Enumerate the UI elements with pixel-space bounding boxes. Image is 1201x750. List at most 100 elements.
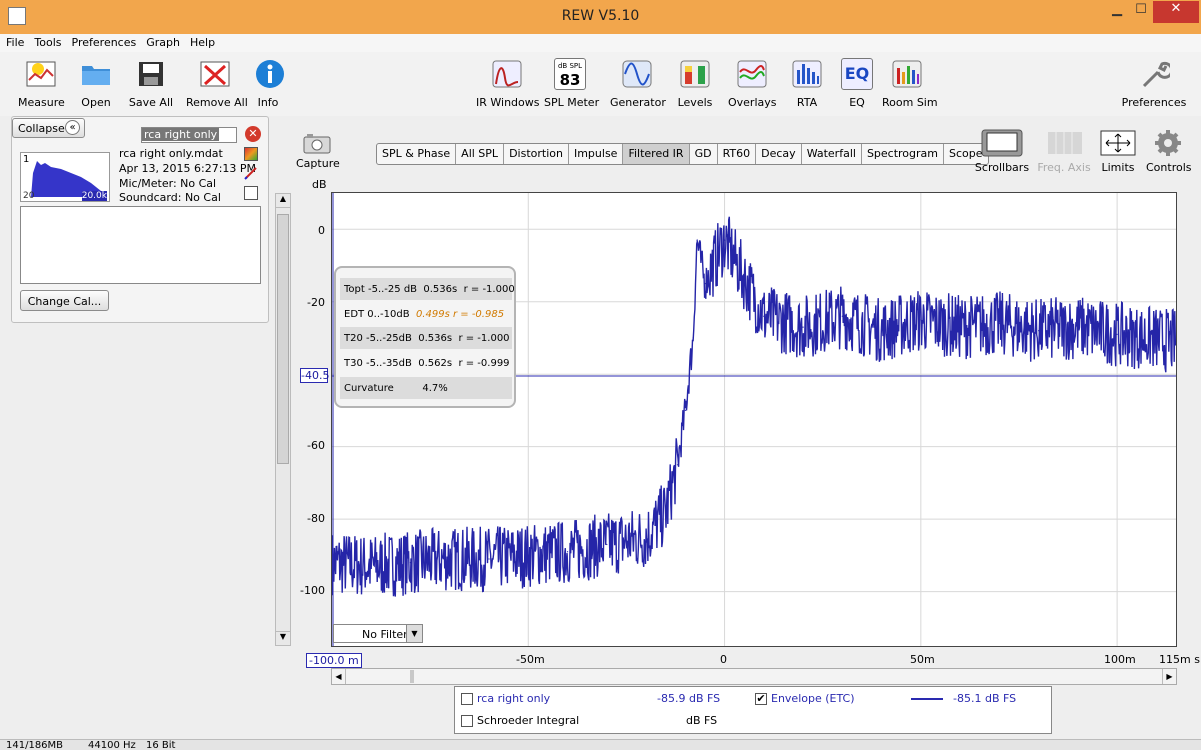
status-bar: 141/186MB 44100 Hz 16 Bit <box>0 739 1201 750</box>
close-button[interactable]: ✕ <box>1153 1 1199 23</box>
rt-time: 0.536s <box>418 333 453 344</box>
tab-rt60[interactable]: RT60 <box>718 144 757 164</box>
notes-icon[interactable] <box>244 186 258 200</box>
menu-graph[interactable]: Graph <box>140 34 184 49</box>
remove-all-button[interactable]: Remove All <box>186 58 248 109</box>
scrollbars-button[interactable]: Scrollbars <box>974 128 1030 174</box>
schroeder-checkbox[interactable] <box>461 715 473 727</box>
measure-label: Measure <box>18 96 65 109</box>
pen-icon[interactable] <box>244 166 258 180</box>
tab-impulse[interactable]: Impulse <box>569 144 624 164</box>
rt-results-table: Topt -5..-25 dB 0.536s r = -1.000 EDT 0.… <box>334 266 516 408</box>
room-sim-button[interactable]: Room Sim <box>882 58 938 109</box>
menu-tools[interactable]: Tools <box>28 34 65 49</box>
ir-windows-button[interactable]: IR Windows <box>476 58 540 109</box>
scrollbars-icon <box>981 129 1023 157</box>
measurement-thumbnail[interactable]: 1 20 20.0k <box>20 152 110 202</box>
scroll-down-arrow[interactable]: ▼ <box>276 631 290 645</box>
legend-measurement-name: rca right only <box>477 692 551 705</box>
save-all-label: Save All <box>128 96 174 109</box>
menu-help[interactable]: Help <box>184 34 219 49</box>
window-title: REW V5.10 <box>561 8 640 24</box>
rta-label: RTA <box>796 96 818 109</box>
envelope-point <box>880 330 883 332</box>
toolbar: Measure Open Save All Remove All Info IR… <box>0 52 1201 116</box>
minimize-button[interactable]: ▁ <box>1104 2 1130 24</box>
remove-measurement-icon[interactable]: ✕ <box>245 126 261 142</box>
envelope-checkbox[interactable]: ✔ <box>755 693 767 705</box>
envelope-point <box>606 543 608 546</box>
controls-button[interactable]: Controls <box>1146 128 1192 174</box>
change-cal-button[interactable]: Change Cal... <box>20 290 109 311</box>
spl-meter-button[interactable]: dB SPL 83 SPL Meter <box>544 58 599 109</box>
tab-all-spl[interactable]: All SPL <box>456 144 505 164</box>
levels-button[interactable]: Levels <box>676 58 714 109</box>
y-zoom-scrollbar[interactable]: ▲ ▼ <box>275 193 291 646</box>
tab-waterfall[interactable]: Waterfall <box>802 144 862 164</box>
menu-file[interactable]: File <box>0 34 28 49</box>
cursor-x-readout: -100.0 m <box>306 653 362 668</box>
spl-badge-value: 83 <box>559 71 581 89</box>
filter-value: No Filter <box>362 628 408 641</box>
envelope-point <box>704 283 706 285</box>
legend-schroeder-name: Schroeder Integral <box>477 714 580 727</box>
envelope-point <box>712 264 714 267</box>
color-picker-icon[interactable] <box>244 147 258 161</box>
graph-plot-area[interactable] <box>331 192 1177 647</box>
tab-spl-phase[interactable]: SPL & Phase <box>377 144 457 164</box>
status-bit-depth: 16 Bit <box>146 740 176 750</box>
status-memory: 141/186MB <box>6 740 64 750</box>
title-bar: REW V5.10 ▁ ☐ ✕ <box>0 0 1201 34</box>
y-tick-60: -60 <box>307 439 325 452</box>
tab-spectrogram[interactable]: Spectrogram <box>862 144 945 164</box>
collapse-label: Collapse <box>18 122 65 135</box>
tab-gd[interactable]: GD <box>690 144 718 164</box>
preferences-label: Preferences <box>1121 96 1187 109</box>
capture-button[interactable]: Capture <box>296 132 340 170</box>
envelope-point <box>998 322 1000 325</box>
measure-button[interactable]: Measure <box>18 58 65 109</box>
overlays-button[interactable]: Overlays <box>728 58 777 109</box>
filter-select[interactable]: No Filter ▼ <box>333 624 423 643</box>
menu-preferences[interactable]: Preferences <box>66 34 141 49</box>
rt-time: 4.7% <box>422 383 448 394</box>
legend-measurement-value: -85.9 dB FS <box>657 692 721 705</box>
save-all-button[interactable]: Save All <box>128 58 174 109</box>
folder-icon <box>82 66 110 85</box>
measurement-checkbox[interactable] <box>461 693 473 705</box>
tab-filtered-ir[interactable]: Filtered IR <box>623 144 690 164</box>
maximize-button[interactable]: ☐ <box>1128 2 1154 24</box>
remove-all-label: Remove All <box>186 96 248 109</box>
x-scroll-thumb[interactable] <box>410 670 414 683</box>
rt-time: 0.562s <box>418 358 453 369</box>
generator-icon <box>622 60 652 88</box>
info-button[interactable]: Info <box>254 58 284 109</box>
rta-button[interactable]: RTA <box>790 58 824 109</box>
x-tick-0: 0 <box>720 653 727 666</box>
freq-axis-button: Freq. Axis <box>1036 128 1092 174</box>
scroll-left-arrow[interactable]: ◀ <box>332 669 346 684</box>
overlays-icon <box>737 60 767 88</box>
graph-tab-bar: SPL & Phase All SPL Distortion Impulse F… <box>376 143 989 165</box>
generator-button[interactable]: Generator <box>610 58 666 109</box>
tab-decay[interactable]: Decay <box>756 144 802 164</box>
measurement-name-field[interactable]: rca right only <box>141 127 237 143</box>
scroll-right-arrow[interactable]: ▶ <box>1162 669 1176 684</box>
scroll-up-arrow[interactable]: ▲ <box>276 194 290 208</box>
envelope-point <box>723 239 726 241</box>
measure-icon <box>26 61 56 87</box>
status-sample-rate: 44100 Hz <box>88 740 136 750</box>
rt-time: 0.536s <box>423 284 458 295</box>
limits-button[interactable]: Limits <box>1096 128 1140 174</box>
envelope-point <box>959 326 961 328</box>
eq-button[interactable]: EQ EQ <box>840 58 874 109</box>
cursor-y-readout: -40.5 <box>300 368 330 383</box>
remove-icon <box>200 61 230 87</box>
open-button[interactable]: Open <box>78 58 114 109</box>
collapse-button[interactable]: Collapse « <box>12 118 85 138</box>
x-scrollbar[interactable]: ◀ ▶ <box>331 668 1177 685</box>
preferences-button[interactable]: Preferences <box>1120 58 1188 109</box>
y-scroll-thumb[interactable] <box>277 214 289 464</box>
tab-distortion[interactable]: Distortion <box>504 144 569 164</box>
notes-textarea[interactable] <box>20 206 261 284</box>
